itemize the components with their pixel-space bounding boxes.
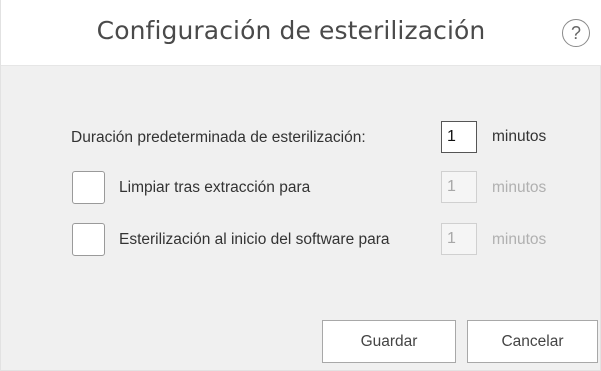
sterilize-on-startup-label: Esterilización al inicio del software pa… bbox=[119, 231, 390, 248]
sterilize-on-startup-unit: minutos bbox=[492, 231, 547, 248]
clean-after-extraction-minutes-input[interactable] bbox=[441, 171, 477, 203]
dialog-title: Configuración de esterilización bbox=[96, 16, 486, 45]
clean-after-extraction-unit: minutos bbox=[492, 179, 547, 196]
sterilization-settings-dialog: Configuración de esterilización ? Duraci… bbox=[0, 0, 601, 371]
dialog-titlebar: Configuración de esterilización ? bbox=[1, 0, 601, 66]
clean-after-extraction-label: Limpiar tras extracción para bbox=[119, 179, 311, 196]
default-duration-unit: minutos bbox=[492, 128, 547, 145]
help-icon[interactable]: ? bbox=[562, 19, 590, 47]
cancel-button[interactable]: Cancelar bbox=[467, 320, 598, 363]
clean-after-extraction-checkbox[interactable] bbox=[72, 171, 105, 204]
default-duration-label: Duración predeterminada de esterilizació… bbox=[71, 129, 366, 146]
sterilize-on-startup-minutes-input[interactable] bbox=[441, 223, 477, 255]
save-button[interactable]: Guardar bbox=[322, 320, 456, 363]
default-duration-input[interactable] bbox=[441, 121, 477, 153]
sterilize-on-startup-checkbox[interactable] bbox=[72, 223, 105, 256]
